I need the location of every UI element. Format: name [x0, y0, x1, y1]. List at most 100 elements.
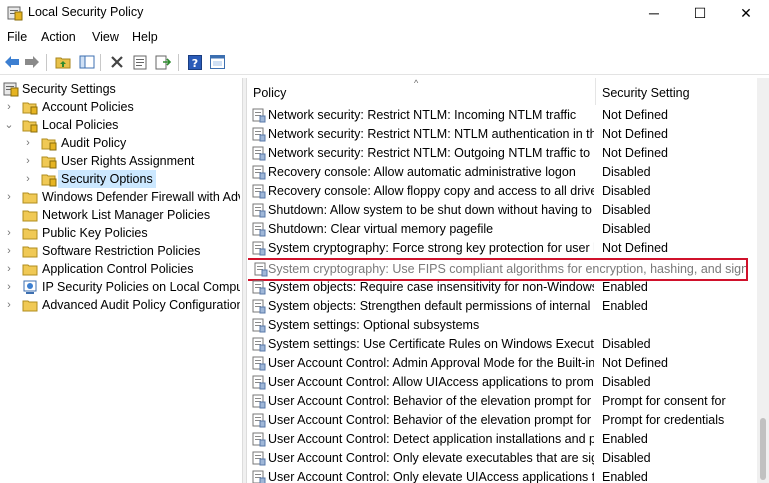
list-row[interactable]: System objects: Strengthen default permi…	[248, 297, 757, 316]
tree-item-windows-defender-firewall[interactable]: › Windows Defender Firewall with Adva	[0, 188, 240, 206]
list-row[interactable]: Shutdown: Allow system to be shut down w…	[248, 201, 757, 220]
up-folder-icon[interactable]	[54, 53, 72, 71]
toolbar: ?	[0, 50, 769, 75]
chevron-right-icon[interactable]: ›	[23, 152, 33, 170]
security-setting-value: Prompt for consent for	[602, 394, 726, 408]
security-policy-icon	[7, 6, 23, 21]
chevron-right-icon[interactable]: ›	[4, 296, 14, 314]
list-row[interactable]: User Account Control: Only elevate execu…	[248, 449, 757, 468]
chevron-down-icon[interactable]: ⌄	[4, 116, 14, 134]
console-window-icon[interactable]	[208, 53, 226, 71]
chevron-right-icon[interactable]: ›	[4, 98, 14, 116]
properties-icon[interactable]	[131, 53, 149, 71]
help-icon[interactable]: ?	[186, 53, 204, 71]
chevron-right-icon[interactable]: ›	[4, 188, 14, 206]
policy-name: User Account Control: Only elevate execu…	[268, 451, 594, 465]
policy-setting-icon	[252, 432, 266, 447]
list-row[interactable]: System cryptography: Force strong key pr…	[248, 239, 757, 258]
policy-setting-icon	[252, 356, 266, 371]
tree-item-application-control[interactable]: › Application Control Policies	[0, 260, 240, 278]
list-row[interactable]: User Account Control: Behavior of the el…	[248, 411, 757, 430]
scrollbar-thumb[interactable]	[760, 418, 766, 480]
policy-list: Policy ^ Security Setting Network securi…	[248, 78, 769, 483]
vertical-scrollbar[interactable]	[757, 78, 769, 483]
chevron-right-icon[interactable]: ›	[23, 170, 33, 188]
policy-name: System objects: Strengthen default permi…	[268, 299, 594, 313]
folder-icon	[22, 192, 38, 204]
tree-item-account-policies[interactable]: › Account Policies	[0, 98, 240, 116]
list-row[interactable]: System settings: Use Certificate Rules o…	[248, 335, 757, 354]
tree-item-network-list-manager[interactable]: Network List Manager Policies	[0, 206, 240, 224]
tree-item-public-key-policies[interactable]: › Public Key Policies	[0, 224, 240, 242]
tree-item-software-restriction[interactable]: › Software Restriction Policies	[0, 242, 240, 260]
chevron-right-icon[interactable]: ›	[23, 134, 33, 152]
policy-setting-icon	[252, 203, 266, 218]
policy-setting-icon	[254, 262, 268, 277]
policy-name: Shutdown: Allow system to be shut down w…	[268, 203, 594, 217]
forward-icon[interactable]	[23, 53, 41, 71]
policy-folder-icon	[41, 156, 57, 169]
policy-name: System cryptography: Use FIPS compliant …	[268, 262, 746, 276]
security-setting-value: Not Defined	[602, 146, 669, 160]
list-row[interactable]: User Account Control: Allow UIAccess app…	[248, 373, 757, 392]
policy-setting-icon	[252, 108, 266, 123]
maximize-button[interactable]: ☐	[677, 0, 723, 26]
delete-icon[interactable]	[108, 53, 126, 71]
ip-security-icon	[23, 280, 37, 294]
list-row[interactable]: Shutdown: Clear virtual memory pagefile D…	[248, 220, 757, 239]
policy-setting-icon	[252, 184, 266, 199]
policy-name: Network security: Restrict NTLM: Incomin…	[268, 108, 577, 122]
policy-setting-icon	[252, 241, 266, 256]
back-icon[interactable]	[3, 53, 21, 71]
close-button[interactable]: ✕	[723, 0, 769, 26]
list-row[interactable]: User Account Control: Admin Approval Mod…	[248, 354, 757, 373]
list-row[interactable]: Network security: Restrict NTLM: NTLM au…	[248, 125, 757, 144]
folder-icon	[22, 300, 38, 312]
sort-ascending-icon: ^	[414, 78, 419, 88]
menu-help[interactable]: Help	[132, 30, 158, 44]
list-row[interactable]: Network security: Restrict NTLM: Outgoin…	[248, 144, 757, 163]
svg-text:?: ?	[192, 57, 198, 70]
menu-view[interactable]: View	[92, 30, 119, 44]
tree-item-advanced-audit[interactable]: › Advanced Audit Policy Configuration	[0, 296, 240, 314]
policy-setting-icon	[252, 318, 266, 333]
tree-item-user-rights-assignment[interactable]: › User Rights Assignment	[0, 152, 240, 170]
policy-name: Network security: Restrict NTLM: NTLM au…	[268, 127, 594, 141]
tree-item-security-options[interactable]: › Security Options	[0, 170, 240, 188]
policy-folder-icon	[41, 138, 57, 151]
pane-splitter[interactable]	[242, 78, 247, 483]
chevron-right-icon[interactable]: ›	[4, 242, 14, 260]
list-row[interactable]: User Account Control: Detect application…	[248, 430, 757, 449]
security-setting-value: Enabled	[602, 470, 648, 483]
list-row[interactable]: System settings: Optional subsystems	[248, 316, 757, 335]
policy-name: User Account Control: Allow UIAccess app…	[268, 375, 594, 389]
list-row[interactable]: User Account Control: Only elevate UIAcc…	[248, 468, 757, 483]
tree-item-ip-security-policies[interactable]: › IP Security Policies on Local Compute	[0, 278, 240, 296]
tree-item-security-settings[interactable]: Security Settings	[0, 80, 240, 98]
folder-icon	[22, 246, 38, 258]
chevron-right-icon[interactable]: ›	[4, 278, 14, 296]
export-list-icon[interactable]	[154, 53, 172, 71]
security-setting-value: Not Defined	[602, 108, 669, 122]
minimize-button[interactable]: ─	[631, 0, 677, 26]
tree-item-local-policies[interactable]: ⌄ Local Policies	[0, 116, 240, 134]
policy-setting-icon	[252, 337, 266, 352]
list-row[interactable]: System objects: Require case insensitivi…	[248, 278, 757, 297]
chevron-right-icon[interactable]: ›	[4, 224, 14, 242]
list-row[interactable]: Network security: Restrict NTLM: Incomin…	[248, 106, 757, 125]
policy-name: User Account Control: Behavior of the el…	[268, 394, 594, 408]
policy-name: System cryptography: Force strong key pr…	[268, 241, 594, 255]
list-row[interactable]: Recovery console: Allow automatic admini…	[248, 163, 757, 182]
chevron-right-icon[interactable]: ›	[4, 260, 14, 278]
column-header-policy[interactable]: Policy	[248, 78, 596, 105]
menu-file[interactable]: File	[7, 30, 27, 44]
list-row[interactable]: User Account Control: Behavior of the el…	[248, 392, 757, 411]
column-header-security-setting[interactable]: Security Setting	[597, 78, 757, 105]
tree-item-audit-policy[interactable]: › Audit Policy	[0, 134, 240, 152]
policy-setting-icon	[252, 470, 266, 483]
menu-action[interactable]: Action	[41, 30, 76, 44]
list-row[interactable]: Recovery console: Allow floppy copy and …	[248, 182, 757, 201]
show-hide-tree-icon[interactable]	[78, 53, 96, 71]
security-settings-icon	[3, 82, 19, 97]
folder-icon	[22, 228, 38, 240]
